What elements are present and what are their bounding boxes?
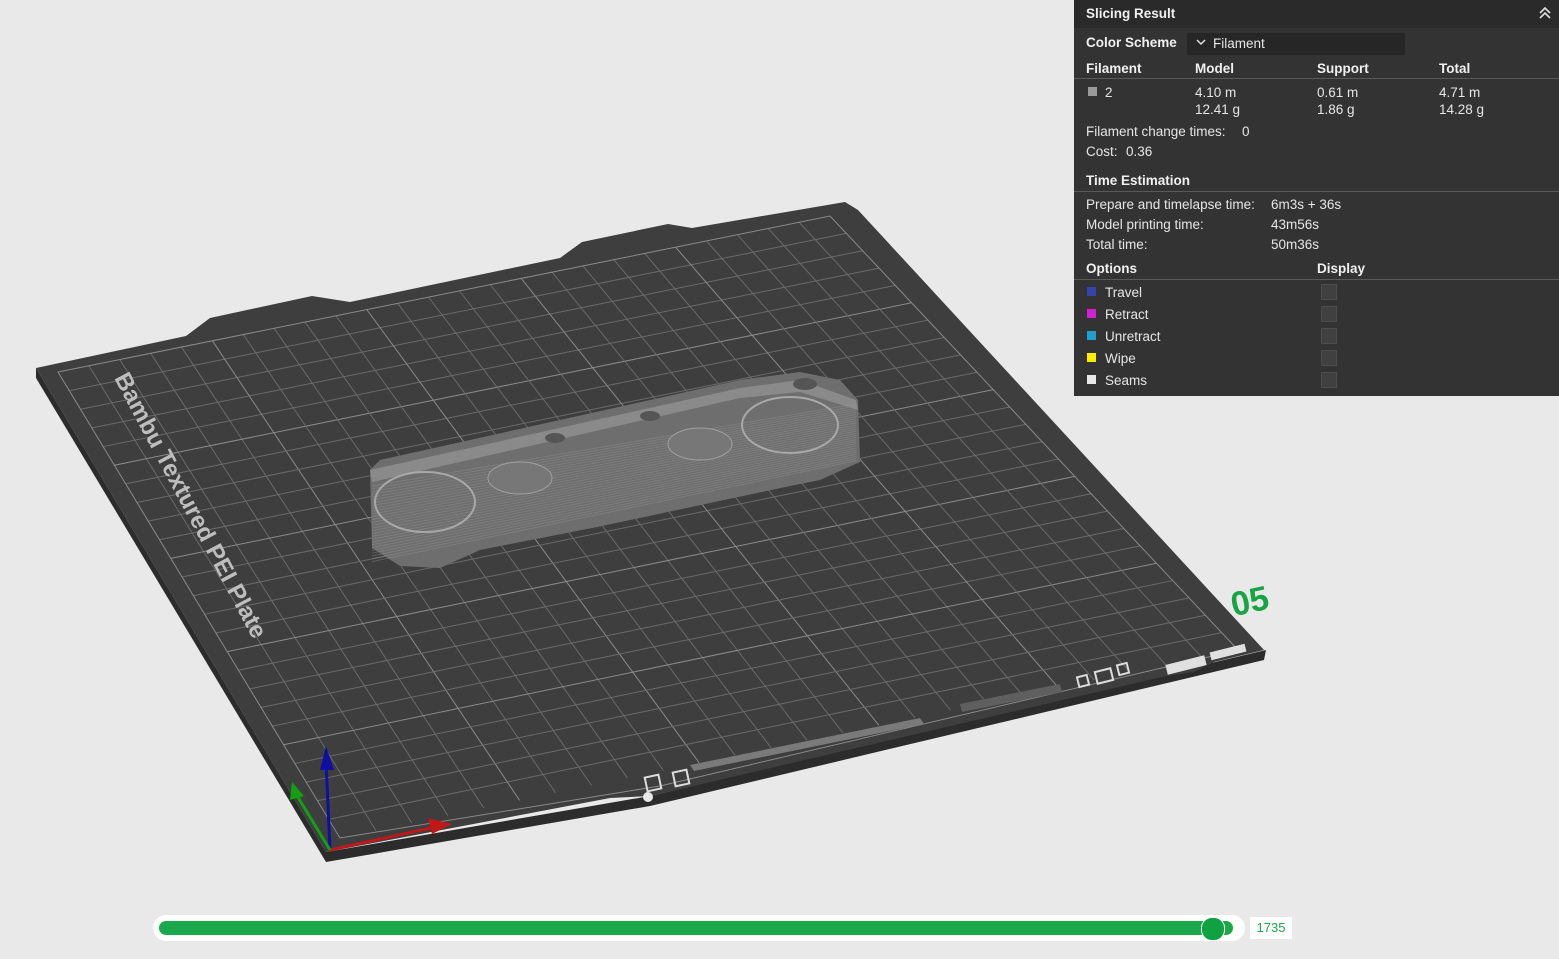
color-scheme-dropdown[interactable]: Filament <box>1187 33 1405 55</box>
prepare-time-label: Prepare and timelapse time: <box>1086 197 1255 212</box>
unretract-swatch <box>1087 331 1096 340</box>
display-checkbox-wipe[interactable] <box>1321 350 1337 366</box>
model-length: 4.10 m <box>1195 85 1237 100</box>
time-estimation-header: Time Estimation <box>1086 173 1191 188</box>
option-label: Seams <box>1105 373 1148 388</box>
cost-label: Cost: <box>1086 144 1118 159</box>
model-time-label: Model printing time: <box>1086 217 1204 232</box>
panel-title-bar: Slicing Result <box>1074 0 1559 28</box>
option-label: Travel <box>1105 285 1143 300</box>
total-time-value: 50m36s <box>1271 237 1320 252</box>
retract-swatch <box>1087 309 1096 318</box>
plate-number: 05 <box>1227 579 1272 624</box>
cost-value: 0.36 <box>1126 144 1153 159</box>
header-total: Total <box>1439 61 1471 76</box>
divider <box>1074 191 1559 192</box>
header-model: Model <box>1195 61 1234 76</box>
panel-title: Slicing Result <box>1086 6 1176 21</box>
plate-corner-dot <box>643 792 653 802</box>
layer-slider-track[interactable] <box>159 921 1233 935</box>
display-checkbox-unretract[interactable] <box>1321 328 1337 344</box>
filament-id: 2 <box>1105 85 1113 100</box>
slicing-result-panel: Slicing Result Color Scheme Filament Fil… <box>1074 0 1559 396</box>
layer-slider-handle[interactable] <box>1200 917 1225 941</box>
display-header: Display <box>1317 261 1366 276</box>
option-label: Unretract <box>1105 329 1161 344</box>
collapse-chevron-up-icon[interactable] <box>1537 5 1553 21</box>
color-scheme-label: Color Scheme <box>1086 35 1177 50</box>
options-header: Options <box>1086 261 1137 276</box>
layer-slider-value: 1735 <box>1250 917 1292 939</box>
color-scheme-value: Filament <box>1213 36 1265 51</box>
divider <box>1074 279 1559 280</box>
filament-change-value: 0 <box>1242 124 1250 139</box>
header-filament: Filament <box>1086 61 1142 76</box>
chevron-down-icon <box>1196 39 1206 46</box>
total-length: 4.71 m <box>1439 85 1481 100</box>
support-length: 0.61 m <box>1317 85 1359 100</box>
filament-change-label: Filament change times: <box>1086 124 1226 139</box>
display-checkbox-retract[interactable] <box>1321 306 1337 322</box>
travel-swatch <box>1087 287 1096 296</box>
display-checkbox-travel[interactable] <box>1321 284 1337 300</box>
wipe-swatch <box>1087 353 1096 362</box>
display-checkbox-seams[interactable] <box>1321 372 1337 388</box>
model-time-value: 43m56s <box>1271 217 1320 232</box>
prepare-time-value: 6m3s + 36s <box>1271 197 1342 212</box>
filament-swatch <box>1088 87 1097 96</box>
divider <box>1074 78 1559 79</box>
total-weight: 14.28 g <box>1439 102 1485 117</box>
option-label: Retract <box>1105 307 1149 322</box>
header-support: Support <box>1317 61 1369 76</box>
total-time-label: Total time: <box>1086 237 1148 252</box>
option-label: Wipe <box>1105 351 1136 366</box>
seams-swatch <box>1087 375 1096 384</box>
support-weight: 1.86 g <box>1317 102 1355 117</box>
model-weight: 12.41 g <box>1195 102 1241 117</box>
layer-slider[interactable] <box>153 915 1245 941</box>
